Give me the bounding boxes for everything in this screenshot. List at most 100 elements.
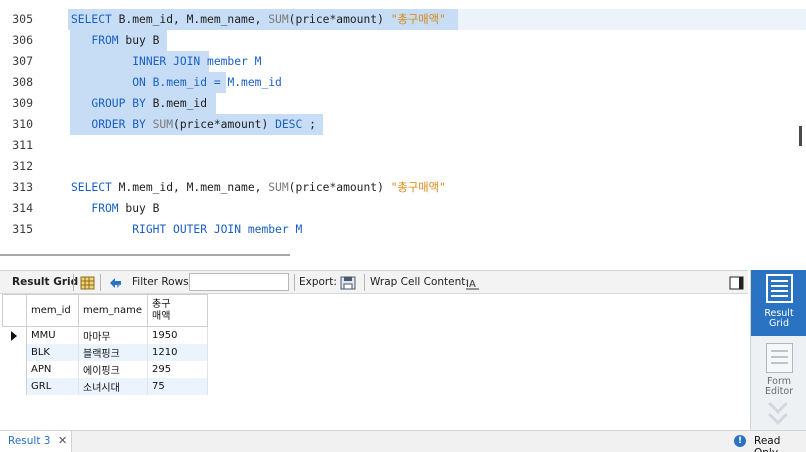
code-token: FROM — [71, 202, 126, 215]
close-icon[interactable]: ✕ — [58, 434, 67, 447]
code-line[interactable]: 313 SELECT M.mem_id, M.mem_name, SUM(pric… — [0, 177, 800, 198]
row-marker[interactable] — [2, 343, 27, 361]
code-line[interactable]: 310 ORDER BY SUM(price*amount) DESC ; — [0, 114, 800, 135]
code-text: ON B.mem_id = M.mem_id — [71, 72, 282, 93]
line-number: 305 — [12, 12, 33, 26]
code-token: B.mem_id — [152, 97, 208, 110]
grid-view-icon[interactable] — [80, 275, 96, 290]
line-number: 308 — [12, 75, 33, 89]
cell-total[interactable]: 75 — [147, 377, 208, 395]
sql-editor[interactable]: 305 SELECT B.mem_id, M.mem_name, SUM(pric… — [0, 0, 806, 248]
line-number: 310 — [12, 117, 33, 131]
refresh-icon[interactable] — [107, 275, 123, 289]
column-header-total-line1: 총구 — [152, 298, 171, 310]
tab-result-3[interactable]: Result 3 ✕ — [0, 431, 72, 452]
cell-mem-name[interactable]: 에이핑크 — [78, 360, 148, 378]
cell-total[interactable]: 1210 — [147, 343, 208, 361]
column-header-total[interactable]: 총구 매액 — [147, 294, 208, 327]
cell-mem-id[interactable]: BLK — [26, 343, 79, 361]
cell-total[interactable]: 1950 — [147, 326, 208, 344]
result-table: mem_id mem_name 총구 매액 MMU 마마무 1950 BLK 블랙핑크 1… — [2, 294, 208, 395]
code-token: B.mem_id = M.mem_id — [152, 76, 282, 89]
code-token: "총구매액" — [390, 13, 446, 26]
cell-mem-id[interactable]: MMU — [26, 326, 79, 344]
code-token: M.mem_id, M.mem_name, — [118, 181, 269, 194]
code-line[interactable]: 307 INNER JOIN member M — [0, 51, 800, 72]
row-marker[interactable] — [2, 360, 27, 378]
code-line[interactable]: 311 — [0, 135, 800, 156]
table-row[interactable]: GRL 소녀시대 75 — [2, 377, 208, 395]
toolbar-separator — [100, 274, 101, 291]
filter-rows-input[interactable] — [189, 273, 289, 291]
code-line[interactable]: 305 SELECT B.mem_id, M.mem_name, SUM(pric… — [0, 9, 800, 30]
form-editor-icon[interactable] — [766, 343, 793, 373]
code-line[interactable]: 308 ON B.mem_id = M.mem_id — [0, 72, 800, 93]
column-header-mem-name[interactable]: mem_name — [78, 294, 148, 327]
table-row[interactable]: APN 에이핑크 295 — [2, 360, 208, 378]
code-token: SELECT — [71, 13, 119, 26]
row-marker-header — [2, 294, 27, 327]
code-token: (price*amount) — [288, 181, 391, 194]
code-text: INNER JOIN member M — [71, 51, 261, 72]
cell-total[interactable]: 295 — [147, 360, 208, 378]
code-token: B.mem_id, M.mem_name, — [118, 13, 269, 26]
column-header-mem-id[interactable]: mem_id — [26, 294, 79, 327]
result-grid-side-button[interactable]: Result Grid — [751, 270, 806, 336]
result-toolbar: Result Grid Filter Rows: Export: Wrap Ce… — [0, 270, 748, 294]
table-row[interactable]: MMU 마마무 1950 — [2, 326, 208, 344]
code-token: ; — [302, 118, 316, 131]
cell-mem-name[interactable]: 블랙핑크 — [78, 343, 148, 361]
line-number: 306 — [12, 33, 33, 47]
code-token: DESC — [275, 118, 303, 131]
result-grid-icon — [766, 274, 793, 303]
code-token: buy B — [125, 202, 160, 215]
table-row[interactable]: BLK 블랙핑크 1210 — [2, 343, 208, 361]
code-line[interactable]: 312 — [0, 156, 800, 177]
code-token: FROM — [71, 34, 126, 47]
code-line[interactable]: 306 FROM buy B — [0, 30, 800, 51]
export-label: Export: — [299, 276, 337, 288]
toggle-panel-icon[interactable] — [729, 275, 745, 290]
svg-text:IA: IA — [466, 279, 476, 290]
result-grid-side-label-2: Grid — [769, 318, 789, 329]
line-number: 314 — [12, 201, 33, 215]
code-text: ORDER BY SUM(price*amount) DESC ; — [71, 114, 316, 135]
cell-mem-name[interactable]: 마마무 — [78, 326, 148, 344]
result-side-panel: Result Grid Form Editor — [750, 270, 806, 430]
row-marker[interactable] — [2, 326, 27, 344]
line-number: 311 — [12, 138, 33, 152]
code-line[interactable]: 309 GROUP BY B.mem_id — [0, 93, 800, 114]
code-text: SELECT M.mem_id, M.mem_name, SUM(price*a… — [71, 177, 446, 198]
code-line[interactable]: 315 RIGHT OUTER JOIN member M — [0, 219, 800, 240]
tab-result-3-label: Result 3 — [8, 435, 51, 447]
code-token: SELECT — [71, 181, 119, 194]
wrap-text-icon[interactable]: IA — [465, 275, 481, 290]
export-icon[interactable] — [340, 275, 356, 290]
code-token: RIGHT OUTER JOIN — [71, 223, 248, 236]
cell-mem-id[interactable]: GRL — [26, 377, 79, 395]
code-line[interactable]: 314 FROM buy B — [0, 198, 800, 219]
editor-scroll-indicator[interactable] — [799, 126, 802, 146]
info-icon: ! — [734, 435, 746, 447]
line-number: 307 — [12, 54, 33, 68]
editor-horizontal-scrollbar[interactable] — [0, 254, 290, 256]
cell-mem-name[interactable]: 소녀시대 — [78, 377, 148, 395]
toolbar-separator — [73, 274, 74, 291]
result-grid[interactable]: mem_id mem_name 총구 매액 MMU 마마무 1950 BLK 블랙핑크 1… — [0, 294, 750, 430]
row-marker[interactable] — [2, 377, 27, 395]
chevron-down-icon-2[interactable] — [768, 405, 788, 425]
code-token: INNER JOIN — [71, 55, 208, 68]
code-token: ORDER BY — [71, 118, 153, 131]
cell-mem-id[interactable]: APN — [26, 360, 79, 378]
code-text: FROM buy B — [71, 30, 159, 51]
toolbar-separator — [294, 274, 295, 291]
code-token: SUM — [152, 118, 174, 131]
code-token: buy B — [125, 34, 160, 47]
code-token: (price*amount) — [173, 118, 276, 131]
code-token: SUM — [268, 181, 289, 194]
code-token: ON — [71, 76, 153, 89]
line-number: 312 — [12, 159, 33, 173]
code-text: FROM buy B — [71, 198, 159, 219]
code-token: GROUP BY — [71, 97, 153, 110]
line-number: 309 — [12, 96, 33, 110]
